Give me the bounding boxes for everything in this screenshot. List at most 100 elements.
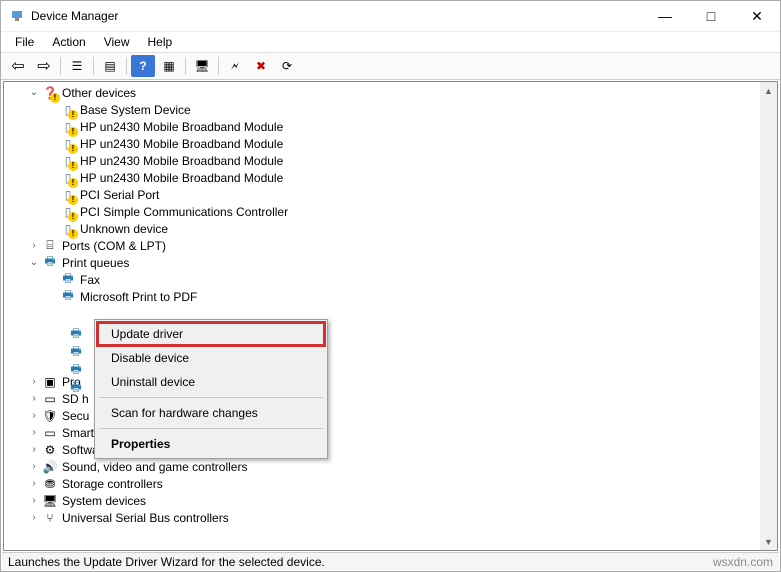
expander-closed-icon[interactable]: › [26, 238, 42, 254]
context-menu-separator [99, 397, 323, 398]
tree-node[interactable]: ›⌸Ports (COM & LPT) [4, 237, 760, 254]
card-icon: ▭ [42, 425, 58, 441]
forward-icon[interactable]: ⇨ [32, 55, 56, 77]
expander-placeholder [44, 187, 60, 203]
chip-icon: ▯ [60, 204, 76, 220]
scroll-down-icon[interactable]: ▼ [760, 533, 777, 550]
context-menu-item[interactable]: Disable device [97, 346, 325, 370]
show-hide-tree-icon[interactable]: ☰ [65, 55, 89, 77]
monitor-icon[interactable]: 🖥 [190, 55, 214, 77]
statusbar: Launches the Update Driver Wizard for th… [2, 552, 779, 570]
chip-icon: ▯ [60, 153, 76, 169]
expander-closed-icon[interactable]: › [26, 493, 42, 509]
toolbar: ⇦⇨ ☰ ▤?▦ 🖥 🗲✖⟳ [1, 52, 780, 80]
vertical-scrollbar[interactable]: ▲ ▼ [760, 82, 777, 550]
expander-open-icon[interactable]: ⌄ [26, 85, 42, 101]
expander-closed-icon[interactable]: › [26, 408, 42, 424]
tree-panel: ⌄❓Other devices▯Base System Device▯HP un… [3, 81, 778, 551]
update-driver-icon[interactable]: ⟳ [275, 55, 299, 77]
chip-icon: ▯ [60, 170, 76, 186]
tree-node-label: Microsoft Print to PDF [80, 290, 197, 304]
tree-node[interactable]: ▯ PCI Serial Port [4, 186, 760, 203]
expander-placeholder [44, 153, 60, 169]
printer-icon: 🖶 [42, 255, 58, 271]
tree-node[interactable]: ▯Base System Device [4, 101, 760, 118]
expander-closed-icon[interactable]: › [26, 510, 42, 526]
tree-node[interactable]: ›⑂Universal Serial Bus controllers [4, 509, 760, 526]
help-icon[interactable]: ? [131, 55, 155, 77]
maximize-button[interactable]: □ [688, 1, 734, 31]
context-menu-item[interactable]: Scan for hardware changes [97, 401, 325, 425]
tree-node-label: Print queues [62, 256, 129, 270]
properties-icon[interactable]: ▤ [98, 55, 122, 77]
context-menu-separator [99, 428, 323, 429]
window-title: Device Manager [31, 9, 118, 23]
expander-placeholder [44, 221, 60, 237]
tree-node-label: HP un2430 Mobile Broadband Module [80, 154, 283, 168]
printer-icon: 🖶 [68, 326, 84, 343]
menubar: File Action View Help [1, 32, 780, 52]
credit-text: wsxdn.com [713, 555, 773, 569]
device-tree[interactable]: ⌄❓Other devices▯Base System Device▯HP un… [4, 82, 777, 550]
expander-closed-icon[interactable]: › [26, 425, 42, 441]
context-menu-item[interactable]: Properties [97, 432, 325, 456]
toolbar-separator [185, 57, 186, 75]
expander-open-icon[interactable]: ⌄ [26, 255, 42, 271]
toolbar-separator [218, 57, 219, 75]
status-text: Launches the Update Driver Wizard for th… [8, 555, 325, 569]
tree-node[interactable]: ▯Unknown device [4, 220, 760, 237]
expander-placeholder [44, 204, 60, 220]
tree-node[interactable]: ▯ HP un2430 Mobile Broadband Module [4, 169, 760, 186]
sound-icon: 🔊 [42, 459, 58, 475]
tree-node-label: HP un2430 Mobile Broadband Module [80, 171, 283, 185]
details-icon[interactable]: ▦ [157, 55, 181, 77]
expander-placeholder [44, 102, 60, 118]
scan-hardware-icon[interactable]: 🗲 [223, 55, 247, 77]
tree-node[interactable]: ▯PCI Simple Communications Controller [4, 203, 760, 220]
expander-placeholder [44, 170, 60, 186]
tree-node[interactable]: ›🖥System devices [4, 492, 760, 509]
shield-icon: 🛡 [42, 408, 58, 424]
storage-icon: ⛃ [42, 476, 58, 492]
scroll-up-icon[interactable]: ▲ [760, 82, 777, 99]
tree-node[interactable]: ›🔊Sound, video and game controllers [4, 458, 760, 475]
window-controls: — □ ✕ [642, 1, 780, 31]
expander-closed-icon[interactable]: › [26, 374, 42, 390]
tree-node[interactable]: 🖶Microsoft Print to PDF [4, 288, 760, 305]
back-icon[interactable]: ⇦ [6, 55, 30, 77]
toolbar-separator [126, 57, 127, 75]
menu-help[interactable]: Help [140, 34, 181, 50]
tree-node-label: Secu [62, 409, 89, 423]
expander-closed-icon[interactable]: › [26, 459, 42, 475]
expander-closed-icon[interactable]: › [26, 391, 42, 407]
printer-icon: 🖶 [68, 380, 84, 397]
close-button[interactable]: ✕ [734, 1, 780, 31]
uninstall-icon[interactable]: ✖ [249, 55, 273, 77]
tree-node[interactable]: ⌄❓Other devices [4, 84, 760, 101]
menu-file[interactable]: File [7, 34, 42, 50]
tree-node-label: HP un2430 Mobile Broadband Module [80, 137, 283, 151]
expander-closed-icon[interactable]: › [26, 476, 42, 492]
menu-view[interactable]: View [96, 34, 138, 50]
minimize-button[interactable]: — [642, 1, 688, 31]
tree-node-label: HP un2430 Mobile Broadband Module [80, 120, 283, 134]
toolbar-separator [60, 57, 61, 75]
tree-node[interactable]: ▯HP un2430 Mobile Broadband Module [4, 118, 760, 135]
tree-node[interactable]: 🖶Fax [4, 271, 760, 288]
context-menu-item[interactable]: Uninstall device [97, 370, 325, 394]
titlebar: Device Manager — □ ✕ [1, 1, 780, 32]
sd-icon: ▭ [42, 391, 58, 407]
chip-icon: ▯ [60, 136, 76, 152]
expander-closed-icon[interactable]: › [26, 442, 42, 458]
tree-node[interactable]: ▯ HP un2430 Mobile Broadband Module [4, 135, 760, 152]
tree-node-label: Storage controllers [62, 477, 163, 491]
tree-node-label: Base System Device [80, 103, 191, 117]
tree-node[interactable]: ⌄🖶 Print queues [4, 254, 760, 271]
menu-action[interactable]: Action [44, 34, 93, 50]
tree-node[interactable]: ▯ HP un2430 Mobile Broadband Module [4, 152, 760, 169]
tree-node[interactable]: ›⛃ Storage controllers [4, 475, 760, 492]
tree-node-label: PCI Serial Port [80, 188, 159, 202]
chip-icon: ▯ [60, 221, 76, 237]
chip-icon: ▯ [60, 187, 76, 203]
context-menu-item[interactable]: Update driver [97, 322, 325, 346]
